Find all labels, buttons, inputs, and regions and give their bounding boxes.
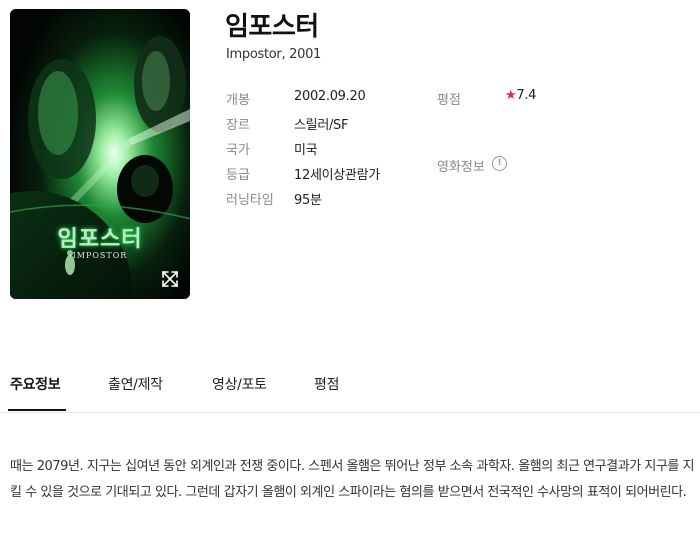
original-title: Impostor, 2001 [226,47,322,62]
detail-tabs: 주요정보 출연/제작 영상/포토 평점 [0,360,700,413]
genre-label: 장르 [226,118,250,133]
synopsis-text: 때는 2079년. 지구는 십여년 동안 외계인과 전쟁 중이다. 스펜서 올햄… [10,459,695,500]
score-label: 평점 [437,93,461,108]
tab-video-photo[interactable]: 영상/포토 [212,374,267,394]
score-value: 7.4 [516,88,537,103]
age-rating-label: 등급 [226,168,250,183]
release-label: 개봉 [226,93,250,108]
runtime-value: 95분 [294,193,322,208]
tab-main-info[interactable]: 주요정보 [10,374,61,394]
tab-reviews[interactable]: 평점 [314,374,339,394]
movie-detail-page: 임포스터 IMPOSTOR 임포스터 Impostor, 2001 개봉 200… [0,0,700,536]
score-value-group: ★7.4 [505,88,536,103]
tab-cast-crew[interactable]: 출연/제작 [108,374,163,394]
age-rating-value: 12세이상관람가 [294,168,380,183]
info-circle-icon[interactable]: ! [492,156,507,171]
country-label: 국가 [226,143,250,158]
genre-value: 스릴러/SF [294,118,349,133]
poster-title-text: 임포스터 [57,227,143,252]
poster-subtitle-text: IMPOSTOR [72,251,128,260]
movie-poster[interactable]: 임포스터 IMPOSTOR [10,9,190,299]
star-icon: ★ [505,88,517,103]
runtime-label: 러닝타임 [226,193,274,208]
movie-title: 임포스터 [225,12,319,42]
expand-arrows-icon[interactable] [160,269,180,289]
country-value: 미국 [294,143,318,158]
movie-info-label: 영화정보 [437,160,485,175]
active-tab-indicator [8,409,66,411]
release-value: 2002.09.20 [294,89,366,104]
